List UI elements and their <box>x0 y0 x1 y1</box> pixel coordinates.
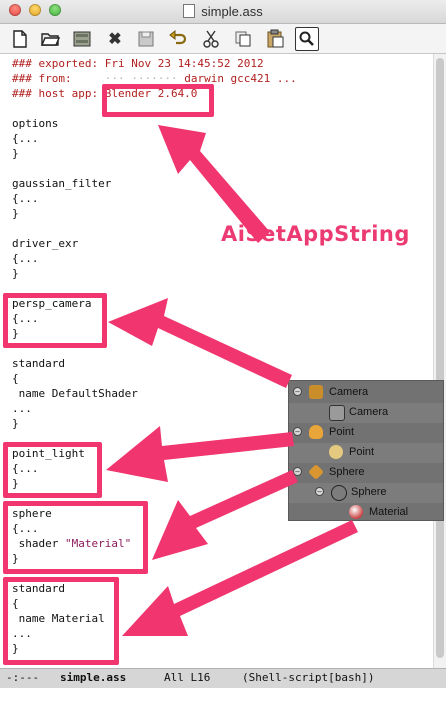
annotation-label: AiSetAppString <box>221 222 410 246</box>
modeline-major-mode: (Shell-script[bash]) <box>242 671 375 684</box>
code-line: {... <box>12 252 39 265</box>
highlight-box-persp-camera <box>3 293 107 348</box>
minibuffer[interactable] <box>0 688 446 703</box>
collapse-toggle-icon[interactable]: – <box>293 387 302 396</box>
highlight-box-host-app <box>102 84 214 117</box>
code-line: } <box>12 147 19 160</box>
emacs-mode-line: -:--- simple.ass All L16 (Shell-script[b… <box>0 668 446 688</box>
code-line: } <box>12 267 19 280</box>
blender-outliner-panel: – Camera Camera – Point Point – Sphere –… <box>288 380 444 521</box>
code-line: {... <box>12 192 39 205</box>
node-standard-default: standard <box>12 357 65 370</box>
node-gaussian-filter: gaussian_filter <box>12 177 112 190</box>
code-line: {... <box>12 132 39 145</box>
cut-scissors-icon[interactable] <box>199 27 223 51</box>
outliner-label: Sphere <box>351 486 387 498</box>
outliner-label: Point <box>349 446 375 458</box>
outliner-label: Point <box>329 426 355 438</box>
open-folder-icon[interactable] <box>38 27 62 51</box>
new-file-icon[interactable] <box>8 27 32 51</box>
outliner-row-material[interactable]: Material <box>289 503 443 523</box>
modeline-position: All L16 <box>164 671 211 684</box>
save-disk-icon[interactable] <box>134 27 158 51</box>
comment-line-exported: ### exported: Fri Nov 23 14:45:52 2012 <box>12 57 264 70</box>
highlight-box-sphere <box>3 501 148 574</box>
search-icon[interactable] <box>295 27 319 51</box>
highlight-box-point-light <box>3 442 102 498</box>
lamp-data-icon <box>329 445 343 459</box>
code-line: { <box>12 372 19 385</box>
toolbar: ✖ <box>0 24 446 54</box>
lamp-object-icon <box>309 425 323 439</box>
code-line: } <box>12 417 19 430</box>
modeline-buffer-name: simple.ass <box>60 671 127 684</box>
camera-data-icon <box>329 405 345 421</box>
copy-icon[interactable] <box>231 27 255 51</box>
code-line: ... <box>12 402 32 415</box>
code-line: } <box>12 207 19 220</box>
window-title-wrap: simple.ass <box>0 4 446 19</box>
outliner-row-camera-object[interactable]: – Camera <box>289 383 443 403</box>
outliner-row-sphere-data[interactable]: – Sphere <box>289 483 443 503</box>
paste-clipboard-icon[interactable] <box>263 27 287 51</box>
outliner-label: Material <box>369 506 409 518</box>
collapse-toggle-icon[interactable]: – <box>293 427 302 436</box>
outliner-row-sphere-object[interactable]: – Sphere <box>289 463 443 483</box>
vertical-scrollbar[interactable] <box>433 54 446 668</box>
code-line: name DefaultShader <box>12 387 138 400</box>
comment-from-label: ### from: <box>12 72 72 85</box>
outliner-row-point-data[interactable]: Point <box>289 443 443 463</box>
outliner-row-camera-data[interactable]: Camera <box>289 403 443 423</box>
window-title: simple.ass <box>201 4 263 19</box>
close-x-icon[interactable]: ✖ <box>103 27 127 51</box>
modeline-status: -:--- <box>6 671 40 684</box>
title-bar: simple.ass <box>0 0 446 24</box>
outliner-label: Camera <box>329 386 369 398</box>
camera-object-icon <box>309 385 323 399</box>
node-options: options <box>12 117 59 130</box>
collapse-toggle-icon[interactable]: – <box>293 467 302 476</box>
highlight-box-standard-material <box>3 577 119 665</box>
undo-icon[interactable] <box>166 27 190 51</box>
document-icon <box>183 4 196 18</box>
outliner-row-point-object[interactable]: – Point <box>289 423 443 443</box>
mesh-object-icon <box>308 464 324 480</box>
scrollbar-thumb[interactable] <box>436 58 444 658</box>
save-drive-icon[interactable] <box>70 27 94 51</box>
outliner-label: Sphere <box>329 466 365 478</box>
collapse-toggle-icon[interactable]: – <box>315 487 324 496</box>
outliner-label: Camera <box>349 406 389 418</box>
mesh-data-icon <box>331 485 347 501</box>
material-icon <box>349 505 363 519</box>
node-driver-exr: driver_exr <box>12 237 79 250</box>
